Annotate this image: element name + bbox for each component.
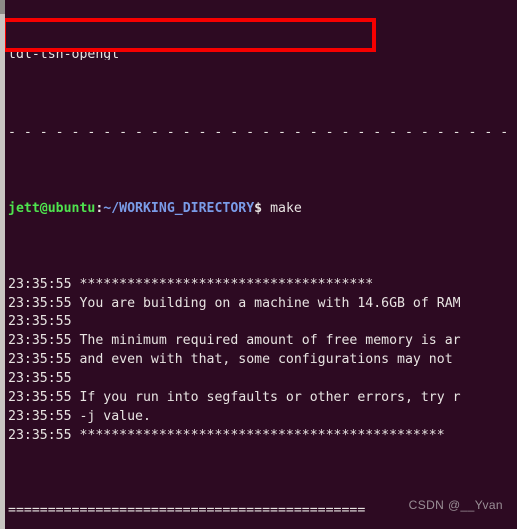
log-timestamp: 23:35:55	[8, 295, 72, 311]
build-warning-log: 23:35:55 *******************************…	[8, 276, 517, 446]
scrollback-partial-line: tdl-tsn-opengt	[8, 48, 120, 60]
log-message: The minimum required amount of free memo…	[71, 333, 461, 349]
log-line: 23:35:55 The minimum required amount of …	[8, 332, 517, 351]
log-message: and even with that, some configurations …	[71, 352, 453, 368]
log-message: If you run into segfaults or other error…	[71, 390, 461, 405]
log-timestamp: 23:35:55	[8, 390, 72, 405]
log-line: 23:35:55 and even with that, some config…	[8, 351, 517, 370]
log-line: 23:35:55	[8, 313, 517, 332]
log-message: You are building on a machine with 14.6G…	[71, 295, 461, 311]
prompt-user-host: jett@ubuntu	[8, 201, 96, 217]
log-line: 23:35:55 You are building on a machine w…	[8, 295, 517, 314]
prompt-path: ~/WORKING_DIRECTORY	[103, 201, 255, 217]
terminal-window[interactable]: tdl-tsn-opengt - - - - - - - - - - - - -…	[0, 0, 517, 529]
log-line: 23:35:55 *******************************…	[8, 427, 517, 446]
dashed-separator-line: - - - - - - - - - - - - - - - - - - - - …	[8, 125, 517, 141]
log-timestamp: 23:35:55	[8, 276, 72, 292]
log-timestamp: 23:35:55	[8, 427, 72, 443]
log-timestamp: 23:35:55	[8, 314, 72, 330]
command-text: make	[270, 201, 302, 217]
log-message: -j value.	[71, 408, 151, 424]
log-timestamp: 23:35:55	[8, 333, 72, 349]
log-line: 23:35:55 -j value.	[8, 408, 517, 427]
csdn-watermark: CSDN @__Yvan	[408, 498, 503, 513]
log-message: ****************************************…	[71, 427, 445, 443]
log-timestamp: 23:35:55	[8, 352, 72, 368]
prompt-sigil: $	[254, 201, 263, 217]
log-message: *************************************	[71, 276, 374, 292]
scrollbar-thumb[interactable]	[0, 0, 5, 14]
prompt-command: make	[262, 201, 302, 216]
terminal-output: tdl-tsn-opengt - - - - - - - - - - - - -…	[5, 0, 517, 529]
log-timestamp: 23:35:55	[8, 408, 72, 424]
log-timestamp: 23:35:55	[8, 371, 72, 387]
log-line: 23:35:55 If you run into segfaults or ot…	[8, 389, 517, 408]
shell-prompt-line: jett@ubuntu:~/WORKING_DIRECTORY$ make	[8, 200, 517, 219]
log-line: 23:35:55 *******************************…	[8, 276, 517, 295]
log-line: 23:35:55	[8, 370, 517, 389]
terminal-scrollbar[interactable]	[0, 0, 5, 529]
